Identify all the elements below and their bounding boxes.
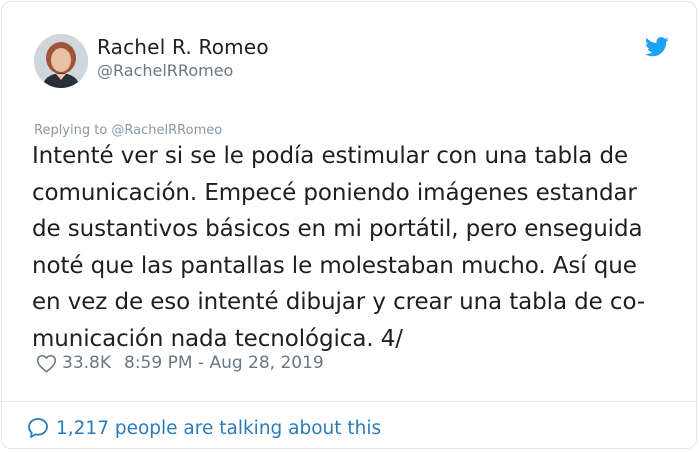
author-name[interactable]: Rachel R. Romeo (97, 35, 269, 59)
author-avatar[interactable] (34, 34, 88, 88)
tweet-meta: 33.8K 8:59 PM - Aug 28, 2019 (36, 353, 324, 373)
avatar-image (34, 34, 88, 88)
tweet-card: Rachel R. Romeo @RachelRRomeo Replying t… (1, 1, 697, 449)
author-handle[interactable]: @RachelRRomeo (97, 61, 233, 80)
talking-about-link[interactable]: 1,217 people are talking about this (26, 416, 381, 440)
tweet-text: Intenté ver si se le podía estimular con… (32, 143, 646, 352)
twitter-bird-icon[interactable] (645, 37, 669, 57)
talking-about-label: 1,217 people are talking about this (56, 417, 382, 439)
speech-bubble-icon (28, 418, 48, 438)
tweet-timestamp[interactable]: 8:59 PM - Aug 28, 2019 (124, 353, 324, 373)
like-count[interactable]: 33.8K (62, 353, 111, 373)
replying-to-label[interactable]: Replying to @RachelRRomeo (34, 123, 222, 138)
heart-icon[interactable] (36, 354, 57, 373)
divider (2, 401, 696, 402)
